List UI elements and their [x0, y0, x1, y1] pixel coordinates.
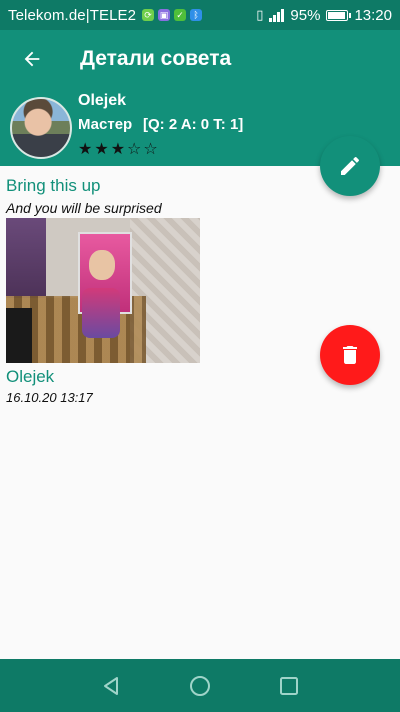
back-button[interactable] [18, 45, 46, 73]
app-bar: Детали совета [0, 30, 400, 88]
star-filled-icon: ★ [94, 139, 111, 158]
edit-button[interactable] [320, 136, 380, 196]
photo-stool [6, 308, 32, 363]
status-bar: Telekom.de|TELE2 ⟳ ▣ ✓ ᛒ ▯ 95% 13:20 [0, 0, 400, 30]
trash-icon [343, 346, 357, 364]
vibrate-icon: ▯ [256, 7, 264, 22]
arrow-left-icon [24, 51, 40, 67]
photo-curtain [6, 218, 46, 298]
nav-back-button[interactable] [96, 671, 126, 701]
recents-square-icon [280, 677, 298, 695]
nav-home-button[interactable] [185, 671, 215, 701]
home-circle-icon [190, 676, 210, 696]
battery-percent: 95% [290, 6, 321, 24]
signal-icon [269, 8, 285, 22]
rating-stars: ★★★☆☆ [78, 139, 160, 158]
pencil-icon [341, 156, 359, 175]
nav-recents-button[interactable] [274, 671, 304, 701]
photo-child-body [82, 288, 120, 338]
profile-rank: Мастер [78, 116, 133, 133]
star-empty-icon: ☆ [143, 139, 160, 158]
carrier-label: Telekom.de|TELE2 [8, 6, 137, 24]
photo-child-face [89, 250, 115, 280]
battery-icon [326, 9, 352, 21]
star-filled-icon: ★ [78, 139, 95, 158]
tip-date: 16.10.20 13:17 [6, 390, 93, 405]
page-title: Детали совета [80, 47, 232, 70]
delete-button[interactable] [320, 325, 380, 385]
notification-icons: ⟳ ▣ ✓ ᛒ [142, 9, 203, 21]
gallery-icon: ▣ [158, 9, 171, 21]
profile-stats: [Q: 2 A: 0 T: 1] [143, 116, 244, 133]
avatar[interactable] [10, 97, 72, 159]
bluetooth-icon: ᛒ [190, 9, 203, 21]
sync-icon: ⟳ [142, 9, 155, 21]
tip-author[interactable]: Olejek [6, 367, 54, 387]
notification-icon: ✓ [174, 9, 187, 21]
system-nav-bar [0, 659, 400, 712]
back-triangle-icon [104, 677, 118, 695]
tip-body: And you will be surprised [6, 200, 162, 216]
tip-title: Bring this up [6, 176, 101, 195]
star-filled-icon: ★ [110, 139, 128, 158]
profile-name: Olejek [78, 92, 127, 109]
tip-photo[interactable] [6, 218, 200, 363]
clock: 13:20 [354, 6, 392, 24]
star-empty-icon: ☆ [127, 139, 144, 158]
